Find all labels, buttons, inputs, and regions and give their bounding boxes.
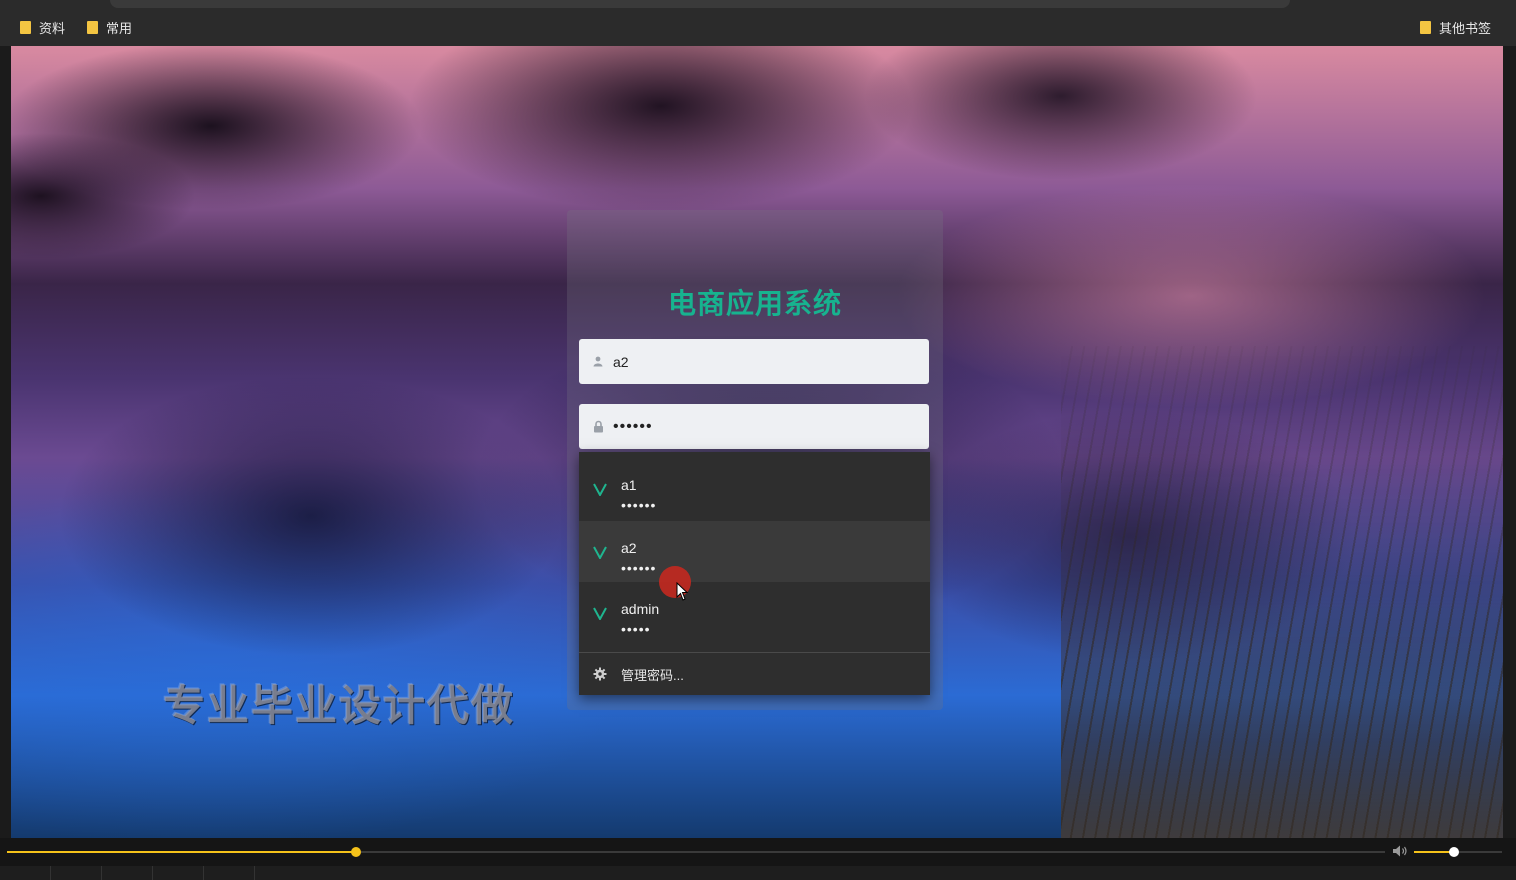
folder-icon [1420, 20, 1431, 34]
bookmark-label: 常用 [106, 20, 133, 36]
credentials-dropdown: a1 •••••• a2 •••••• admin ••••• 管理密码... [579, 452, 930, 695]
bookmark-folder-ziliao[interactable]: 资料 [20, 18, 65, 36]
username-field[interactable] [579, 339, 929, 384]
credential-password-mask: ••••• [621, 621, 651, 637]
check-icon [593, 607, 607, 620]
check-icon [593, 546, 607, 559]
credential-password-mask: •••••• [621, 497, 657, 513]
volume-icon[interactable] [1392, 844, 1408, 858]
manage-passwords-item[interactable]: 管理密码... [579, 653, 930, 695]
manage-passwords-label: 管理密码... [621, 667, 684, 683]
lock-icon [591, 420, 605, 434]
address-bar-edge[interactable] [110, 0, 1290, 8]
bookmark-folder-changyong[interactable]: 常用 [87, 18, 132, 36]
progress-handle[interactable] [350, 847, 361, 857]
credential-password-mask: •••••• [621, 560, 657, 576]
credential-username: a1 [621, 477, 637, 493]
gear-icon [593, 667, 607, 681]
bookmarks-bar: 资料 常用 其他书签 [0, 0, 1516, 46]
folder-icon [20, 20, 31, 34]
user-icon [591, 355, 605, 369]
credential-username: a2 [621, 540, 637, 556]
password-input[interactable] [613, 417, 913, 436]
volume-slider[interactable] [1414, 847, 1502, 857]
volume-fill [1414, 851, 1454, 853]
progress-bar[interactable] [7, 847, 1385, 857]
bookmark-label: 资料 [39, 20, 66, 36]
player-bottom-strip [0, 866, 1516, 880]
mouse-cursor-icon [676, 582, 689, 601]
bookmark-label: 其他书签 [1439, 20, 1492, 36]
watermark-text: 专业毕业设计代做 [163, 681, 516, 730]
player-controls [0, 838, 1516, 880]
credential-item-a1[interactable]: a1 •••••• [579, 458, 930, 519]
username-input[interactable] [613, 353, 913, 370]
check-icon [593, 483, 607, 496]
page-viewport: 专业毕业设计代做 电商应用系统 [11, 46, 1503, 838]
progress-fill [7, 851, 356, 853]
credential-item-a2[interactable]: a2 •••••• [579, 521, 930, 582]
credential-username: admin [621, 601, 660, 617]
password-field[interactable] [579, 404, 929, 449]
credential-item-admin[interactable]: admin ••••• [579, 582, 930, 643]
folder-icon [87, 20, 98, 34]
login-title: 电商应用系统 [667, 287, 842, 320]
volume-handle[interactable] [1448, 847, 1459, 857]
bookmark-folder-other[interactable]: 其他书签 [1420, 18, 1491, 36]
background-grass [1061, 346, 1503, 838]
